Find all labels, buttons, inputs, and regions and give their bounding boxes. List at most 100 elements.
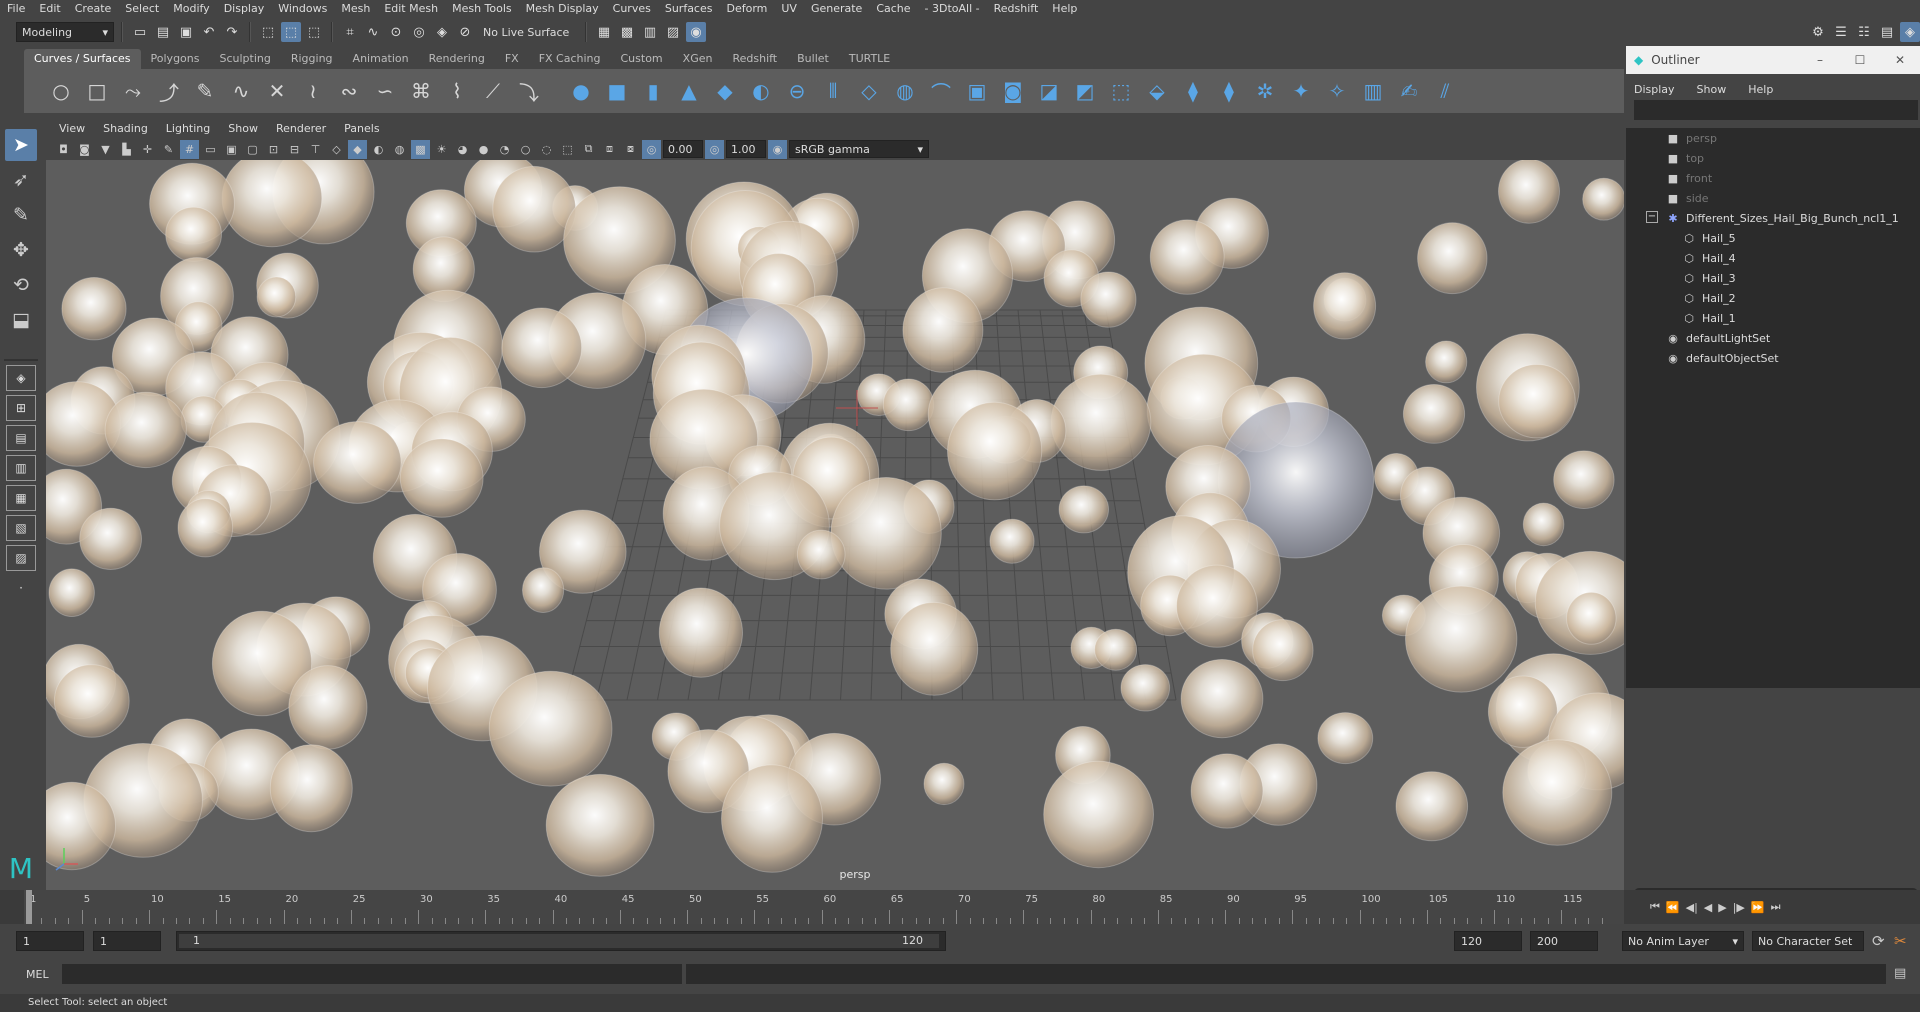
outliner-item[interactable]: ◉ defaultObjectSet — [1626, 348, 1920, 368]
shelf-tab-rigging[interactable]: Rigging — [281, 49, 343, 69]
ep-curve-icon[interactable]: ⤴ — [154, 76, 184, 106]
textured-icon[interactable]: ▩ — [411, 139, 430, 159]
smooth-shade-icon[interactable]: ◆ — [348, 139, 367, 159]
menu-file[interactable]: File — [0, 0, 32, 18]
playback-start-field[interactable]: 1 — [93, 931, 161, 951]
lasso-tool-icon[interactable]: ➶ — [5, 164, 37, 196]
outliner-item[interactable]: ■ front — [1626, 168, 1920, 188]
bookmark-icon[interactable]: ▼ — [96, 140, 115, 159]
save-scene-icon[interactable]: ▣ — [176, 22, 196, 42]
hailstone[interactable] — [1566, 591, 1617, 645]
render-settings-icon[interactable]: ▨ — [663, 22, 683, 42]
outliner-item[interactable]: ■ top — [1626, 148, 1920, 168]
hailstone[interactable] — [1317, 712, 1374, 765]
menu-surfaces[interactable]: Surfaces — [658, 0, 720, 18]
image-plane-icon[interactable]: ▙ — [117, 140, 136, 159]
hailstone[interactable] — [522, 567, 565, 614]
step-forward-frame-icon[interactable]: |▶ — [1733, 901, 1745, 914]
menu-create[interactable]: Create — [68, 0, 119, 18]
safe-title-icon[interactable]: ⊤ — [306, 140, 325, 159]
hailstone[interactable] — [882, 378, 935, 432]
boundary-icon[interactable]: ▣ — [962, 76, 992, 106]
hailstone[interactable] — [989, 518, 1035, 564]
step-back-key-icon[interactable]: ⏪ — [1666, 901, 1680, 914]
hailstone[interactable] — [1425, 340, 1468, 384]
color-management-icon[interactable]: ◉ — [768, 139, 787, 159]
outliner-item[interactable]: ⬡ Hail_2 — [1626, 288, 1920, 308]
hailstone[interactable] — [256, 276, 297, 318]
hailstone[interactable] — [890, 601, 979, 696]
surface-edit-icon[interactable]: ⫽ — [1430, 76, 1460, 106]
hailstone[interactable] — [79, 507, 142, 570]
outliner-menu-help[interactable]: Help — [1748, 83, 1795, 96]
maximize-icon[interactable]: ☐ — [1840, 53, 1880, 67]
play-backwards-icon[interactable]: ◀ — [1704, 901, 1712, 914]
menu-mesh-display[interactable]: Mesh Display — [519, 0, 606, 18]
hailstone[interactable] — [1313, 272, 1377, 340]
viewport-menu-view[interactable]: View — [50, 122, 94, 135]
hailstone[interactable] — [1058, 485, 1110, 534]
hailstone[interactable] — [923, 762, 965, 806]
hailstone[interactable] — [1050, 373, 1152, 471]
gamma-icon[interactable]: ◎ — [705, 139, 724, 159]
torus-icon[interactable]: ◐ — [746, 76, 776, 106]
pencil-curve-icon[interactable]: ✎ — [190, 76, 220, 106]
hailstone[interactable] — [488, 670, 613, 787]
motion-blur-icon[interactable]: ◔ — [495, 140, 514, 159]
start-time-field[interactable]: 1 — [16, 931, 84, 951]
snap-point-icon[interactable]: ⊙ — [386, 22, 406, 42]
hailstone[interactable] — [269, 744, 353, 833]
viewport-menu-panels[interactable]: Panels — [335, 122, 388, 135]
time-ruler[interactable]: 1 5 10 15 20 25 30 35 40 45 50 55 60 65 70 75 80 85 90 95 10… — [24, 890, 1624, 924]
snap-view-icon[interactable]: ◈ — [432, 22, 452, 42]
menu-edit-mesh[interactable]: Edit Mesh — [377, 0, 445, 18]
cv-curve-icon[interactable]: ⤳ — [118, 76, 148, 106]
collapse-icon[interactable]: − — [1646, 211, 1658, 223]
outliner-item[interactable]: ■ side — [1626, 188, 1920, 208]
viewport-menu-renderer[interactable]: Renderer — [267, 122, 335, 135]
workspace-icon[interactable]: ⚙ — [1808, 22, 1828, 42]
menu-modify[interactable]: Modify — [166, 0, 216, 18]
shelf-tab-fx-caching[interactable]: FX Caching — [529, 49, 611, 69]
hailstone[interactable] — [1498, 364, 1576, 439]
hailstone[interactable] — [1043, 760, 1154, 869]
paint-select-icon[interactable]: ✎ — [5, 199, 37, 231]
select-tool-icon[interactable]: ➤ — [5, 129, 37, 161]
hailstone[interactable] — [1402, 384, 1466, 444]
resolution-gate-icon[interactable]: ▣ — [222, 140, 241, 159]
project-curve-icon[interactable]: ⬚ — [1106, 76, 1136, 106]
four-pane-layout-icon[interactable]: ⊞ — [6, 395, 36, 421]
auto-key-icon[interactable]: ⟳ — [1872, 932, 1885, 950]
menu-help[interactable]: Help — [1045, 0, 1084, 18]
custom-layout-icon[interactable]: · — [6, 575, 36, 601]
cone-icon[interactable]: ▲ — [674, 76, 704, 106]
viewport-menu-shading[interactable]: Shading — [94, 122, 157, 135]
step-forward-key-icon[interactable]: ⏩ — [1751, 901, 1765, 914]
graph-layout-icon[interactable]: ▦ — [6, 485, 36, 511]
hailstone[interactable] — [1180, 658, 1264, 739]
end-time-field[interactable]: 200 — [1530, 931, 1598, 951]
undo-icon[interactable]: ↶ — [199, 22, 219, 42]
go-to-end-icon[interactable]: ⏭ — [1771, 900, 1781, 914]
hailstone[interactable] — [902, 287, 984, 373]
hailstone[interactable] — [177, 498, 234, 558]
viewport-persp[interactable] — [46, 160, 1624, 890]
outliner-layout-icon[interactable]: ▥ — [6, 455, 36, 481]
shelf-tab-sculpting[interactable]: Sculpting — [209, 49, 280, 69]
depth-of-field-icon[interactable]: ◌ — [537, 140, 556, 159]
hailstone[interactable] — [1582, 177, 1624, 221]
birail-icon[interactable]: ⌒ — [926, 76, 956, 106]
wireframe-icon[interactable]: ◇ — [327, 140, 346, 159]
shelf-tab-curves-surfaces[interactable]: Curves / Surfaces — [24, 49, 141, 69]
scene-canvas[interactable] — [46, 160, 1624, 890]
shadows-icon[interactable]: ◕ — [453, 140, 472, 159]
cube-icon[interactable]: ■ — [602, 76, 632, 106]
outliner-item[interactable]: ⬡ Hail_4 — [1626, 248, 1920, 268]
outliner-item[interactable]: ■ persp — [1626, 128, 1920, 148]
nurbs-circle-icon[interactable]: ○ — [46, 76, 76, 106]
menu-3dtoall[interactable]: - 3DtoAll - — [918, 0, 987, 18]
color-space-dropdown[interactable]: sRGB gamma ▾ — [789, 140, 929, 158]
open-scene-icon[interactable]: ▤ — [153, 22, 173, 42]
move-tool-icon[interactable]: ✥ — [5, 234, 37, 266]
script-editor-icon[interactable]: ▤ — [1894, 966, 1906, 981]
